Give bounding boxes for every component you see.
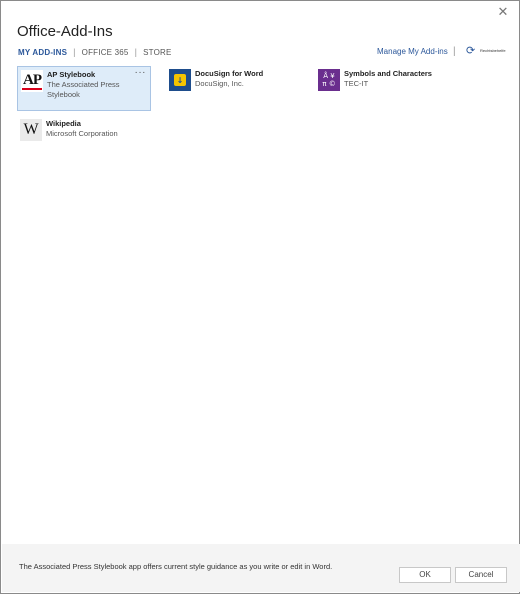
addin-text: AP Stylebook The Associated Press Styleb… bbox=[47, 70, 120, 100]
dialog-footer: The Associated Press Stylebook app offer… bbox=[2, 544, 520, 592]
addin-publisher: TEC-IT bbox=[344, 79, 369, 88]
more-options-icon[interactable]: ··· bbox=[135, 67, 147, 78]
addin-text: DocuSign for Word DocuSign, Inc. bbox=[195, 69, 263, 89]
ok-button[interactable]: OK bbox=[399, 567, 451, 583]
addin-docusign[interactable]: ↓ DocuSign for Word DocuSign, Inc. bbox=[166, 66, 306, 111]
tab-bar: MY ADD-INS | OFFICE 365 | STORE bbox=[18, 47, 172, 57]
dialog-title: Office-Add-Ins bbox=[17, 23, 113, 40]
ap-logo-text: AP bbox=[23, 71, 42, 88]
ap-logo-icon: AP bbox=[21, 70, 43, 92]
addin-name: AP Stylebook bbox=[47, 70, 96, 79]
tab-separator: | bbox=[73, 47, 76, 57]
addin-text: Wikipedia Microsoft Corporation bbox=[46, 119, 118, 139]
docusign-logo-mark: ↓ bbox=[174, 74, 186, 86]
tab-separator: | bbox=[134, 47, 138, 57]
addin-wikipedia[interactable]: W Wikipedia Microsoft Corporation bbox=[17, 116, 151, 146]
refresh-button[interactable]: ⟳ Rechtsbehelfe bbox=[466, 45, 506, 57]
addin-publisher: Stylebook bbox=[47, 90, 80, 99]
office-addins-dialog: ✕ Office-Add-Ins MY ADD-INS | OFFICE 365… bbox=[0, 0, 520, 594]
cancel-button[interactable]: Cancel bbox=[455, 567, 507, 583]
manage-my-add-ins-link[interactable]: Manage My Add-ins bbox=[377, 47, 448, 56]
header-separator: | bbox=[453, 46, 456, 57]
wikipedia-logo-icon: W bbox=[20, 119, 42, 141]
addin-text: Symbols and Characters TEC-IT bbox=[344, 69, 432, 89]
addin-description: The Associated Press Stylebook app offer… bbox=[19, 562, 333, 571]
refresh-label: Rechtsbehelfe bbox=[480, 47, 506, 53]
addin-name: Wikipedia bbox=[46, 119, 81, 128]
ap-logo-bar bbox=[22, 87, 42, 90]
addin-name: DocuSign for Word bbox=[195, 69, 264, 78]
addin-publisher: Microsoft Corporation bbox=[46, 129, 118, 138]
addin-ap-stylebook[interactable]: AP AP Stylebook The Associated Press Sty… bbox=[17, 66, 151, 111]
addin-name: Symbols and Characters bbox=[344, 69, 432, 78]
addin-publisher: The Associated Press bbox=[47, 80, 120, 89]
tab-store[interactable]: STORE bbox=[143, 48, 171, 57]
symbols-logo-line1: Å ¥ bbox=[323, 72, 335, 80]
refresh-icon: ⟳ bbox=[466, 44, 476, 57]
close-icon[interactable]: ✕ bbox=[495, 5, 511, 21]
symbols-logo-line2: π © bbox=[322, 80, 336, 88]
addin-publisher: DocuSign, Inc. bbox=[195, 79, 244, 88]
tab-office-365[interactable]: OFFICE 365 bbox=[82, 48, 129, 57]
docusign-logo-icon: ↓ bbox=[169, 69, 191, 91]
addin-symbols-and-characters[interactable]: Å ¥ π © Symbols and Characters TEC-IT bbox=[315, 66, 465, 111]
symbols-logo-icon: Å ¥ π © bbox=[318, 69, 340, 91]
tab-my-add-ins[interactable]: MY ADD-INS bbox=[18, 48, 67, 57]
